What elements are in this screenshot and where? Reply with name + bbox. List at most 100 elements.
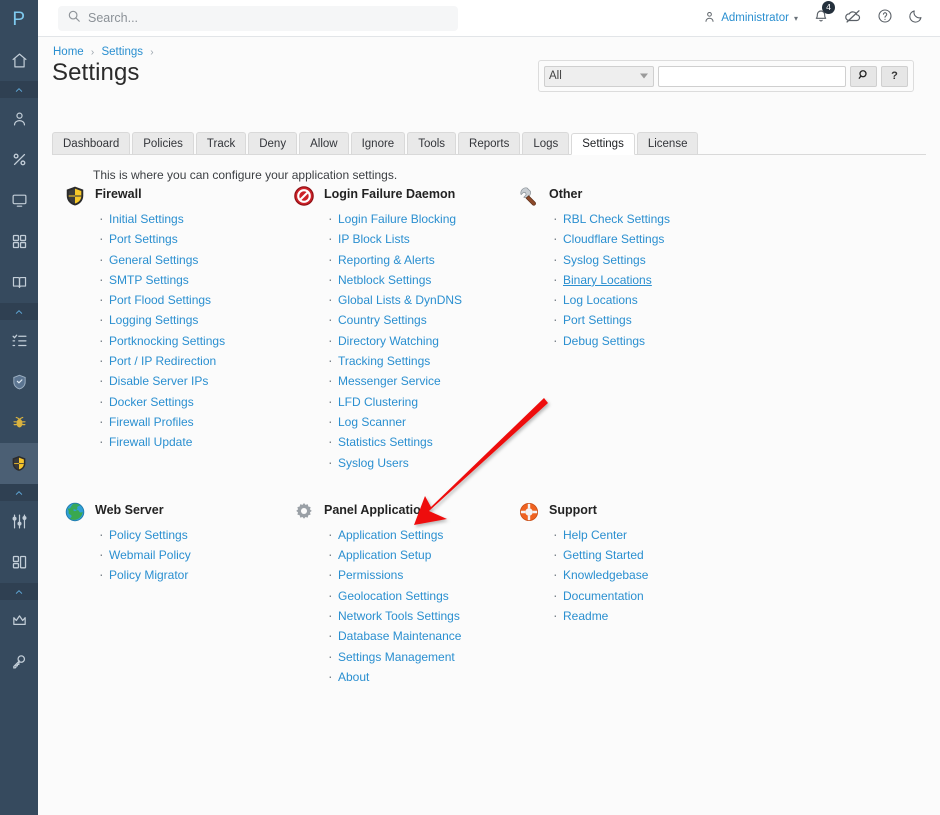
link-log-locations[interactable]: Log Locations: [563, 293, 638, 307]
breadcrumb-item-home[interactable]: Home: [53, 46, 84, 58]
link-cloudflare-settings[interactable]: Cloudflare Settings: [563, 232, 664, 246]
link-docker-settings[interactable]: Docker Settings: [109, 395, 194, 409]
sidebar-item-servers[interactable]: [0, 180, 38, 221]
link-readme[interactable]: Readme: [563, 609, 608, 623]
link-statistics-settings[interactable]: Statistics Settings: [338, 435, 433, 449]
tab-deny[interactable]: Deny: [248, 132, 298, 154]
link-reporting-alerts[interactable]: Reporting & Alerts: [338, 253, 435, 267]
sidebar-group-collapse-2[interactable]: [0, 303, 38, 320]
link-permissions[interactable]: Permissions: [338, 568, 403, 582]
tab-tools[interactable]: Tools: [407, 132, 457, 154]
link-application-settings[interactable]: Application Settings: [338, 528, 443, 542]
panel-search-submit-button[interactable]: [850, 65, 877, 87]
notifications-button[interactable]: 4: [813, 0, 835, 29]
link-global-lists-dyndns[interactable]: Global Lists & DynDNS: [338, 293, 462, 307]
sidebar-item-tuning[interactable]: [0, 501, 38, 542]
tab-reports[interactable]: Reports: [458, 132, 521, 154]
sidebar-item-home[interactable]: [0, 40, 38, 81]
tab-track[interactable]: Track: [195, 132, 247, 154]
link-smtp-settings[interactable]: SMTP Settings: [109, 273, 189, 287]
sidebar-item-malware[interactable]: [0, 402, 38, 443]
link-webmail-policy[interactable]: Webmail Policy: [109, 548, 191, 562]
search-input[interactable]: [88, 11, 428, 25]
tab-dashboard[interactable]: Dashboard: [52, 132, 131, 154]
sidebar-item-premium[interactable]: [0, 600, 38, 641]
tab-policies[interactable]: Policies: [132, 132, 194, 154]
help-button[interactable]: [877, 8, 893, 29]
link-log-scanner[interactable]: Log Scanner: [338, 415, 406, 429]
link-general-settings[interactable]: General Settings: [109, 253, 198, 267]
link-logging-settings[interactable]: Logging Settings: [109, 313, 198, 327]
link-directory-watching[interactable]: Directory Watching: [338, 334, 439, 348]
link-netblock-settings[interactable]: Netblock Settings: [338, 273, 431, 287]
tab-license[interactable]: License: [636, 132, 699, 154]
link-binary-locations[interactable]: Binary Locations: [563, 273, 652, 287]
sidebar-group-collapse-4[interactable]: [0, 583, 38, 600]
link-about[interactable]: About: [338, 670, 369, 684]
link-rbl-check-settings[interactable]: RBL Check Settings: [563, 212, 670, 226]
sidebar-group-collapse-1[interactable]: [0, 81, 38, 98]
link-disable-server-ips[interactable]: Disable Server IPs: [109, 374, 208, 388]
link-login-failure-blocking[interactable]: Login Failure Blocking: [338, 212, 456, 226]
list-item: General Settings: [96, 249, 289, 270]
tab-logs[interactable]: Logs: [522, 132, 570, 154]
link-port-settings[interactable]: Port Settings: [109, 232, 178, 246]
tab-settings[interactable]: Settings: [571, 133, 635, 155]
link-country-settings[interactable]: Country Settings: [338, 313, 427, 327]
link-policy-settings[interactable]: Policy Settings: [109, 528, 188, 542]
sidebar-item-firewall[interactable]: [0, 443, 38, 484]
link-getting-started[interactable]: Getting Started: [563, 548, 644, 562]
link-messenger-service[interactable]: Messenger Service: [338, 374, 441, 388]
sidebar-item-accounts[interactable]: [0, 98, 38, 139]
search-scope-select[interactable]: All: [544, 65, 654, 87]
panel-search-input[interactable]: [658, 65, 846, 87]
link-syslog-users[interactable]: Syslog Users: [338, 456, 409, 470]
sidebar-item-apps[interactable]: [0, 221, 38, 262]
list-item: Firewall Update: [96, 431, 289, 452]
sidebar-group-collapse-3[interactable]: [0, 484, 38, 501]
link-settings-management[interactable]: Settings Management: [338, 650, 455, 664]
link-port-settings-other[interactable]: Port Settings: [563, 313, 632, 327]
link-ip-block-lists[interactable]: IP Block Lists: [338, 232, 410, 246]
top-bar-actions: Administrator ▾ 4: [703, 0, 924, 37]
dark-mode-toggle[interactable]: [908, 8, 924, 29]
link-policy-migrator[interactable]: Policy Migrator: [109, 568, 188, 582]
link-documentation[interactable]: Documentation: [563, 589, 644, 603]
link-firewall-profiles[interactable]: Firewall Profiles: [109, 415, 194, 429]
link-port-ip-redirection[interactable]: Port / IP Redirection: [109, 354, 216, 368]
global-search[interactable]: [58, 5, 458, 31]
breadcrumb-item-settings[interactable]: Settings: [101, 46, 143, 58]
sidebar-item-billing[interactable]: [0, 139, 38, 180]
cloud-status-button[interactable]: [844, 7, 862, 30]
layout-icon: [11, 554, 28, 571]
list-item: Docker Settings: [96, 391, 289, 412]
link-debug-settings[interactable]: Debug Settings: [563, 334, 645, 348]
link-initial-settings[interactable]: Initial Settings: [109, 212, 184, 226]
sidebar-item-tasks[interactable]: [0, 320, 38, 361]
search-icon: [67, 9, 81, 28]
link-help-center[interactable]: Help Center: [563, 528, 627, 542]
panel-search-help-button[interactable]: ?: [881, 65, 908, 87]
link-port-flood-settings[interactable]: Port Flood Settings: [109, 293, 211, 307]
tab-allow[interactable]: Allow: [299, 132, 349, 154]
app-logo[interactable]: P: [0, 0, 38, 40]
sidebar-item-docs[interactable]: [0, 262, 38, 303]
list-item: Policy Settings: [96, 524, 289, 545]
tab-ignore[interactable]: Ignore: [350, 132, 406, 154]
list-item: Disable Server IPs: [96, 370, 289, 391]
link-syslog-settings[interactable]: Syslog Settings: [563, 253, 646, 267]
sidebar-item-security[interactable]: [0, 361, 38, 402]
link-geolocation-settings[interactable]: Geolocation Settings: [338, 589, 449, 603]
link-application-setup[interactable]: Application Setup: [338, 548, 431, 562]
link-firewall-update[interactable]: Firewall Update: [109, 435, 192, 449]
sidebar-item-layout[interactable]: [0, 542, 38, 583]
sidebar-item-licenses[interactable]: [0, 641, 38, 682]
link-knowledgebase[interactable]: Knowledgebase: [563, 568, 648, 582]
link-portknocking-settings[interactable]: Portknocking Settings: [109, 334, 225, 348]
crown-icon: [11, 612, 28, 629]
user-menu[interactable]: Administrator ▾: [703, 10, 798, 26]
link-network-tools-settings[interactable]: Network Tools Settings: [338, 609, 460, 623]
link-tracking-settings[interactable]: Tracking Settings: [338, 354, 430, 368]
link-lfd-clustering[interactable]: LFD Clustering: [338, 395, 418, 409]
link-database-maintenance[interactable]: Database Maintenance: [338, 629, 461, 643]
